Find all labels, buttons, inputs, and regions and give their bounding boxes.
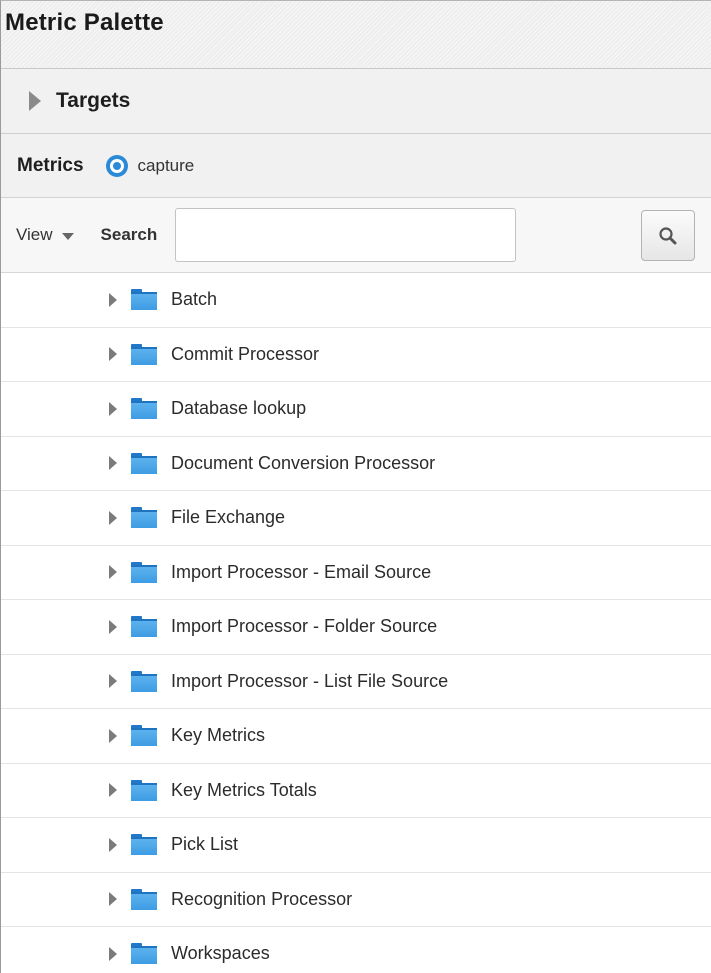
palette-title: Metric Palette — [5, 9, 164, 36]
folder-icon — [131, 834, 157, 856]
tree-item-label: Import Processor - Email Source — [171, 561, 432, 582]
folder-icon — [131, 725, 157, 747]
metrics-label: Metrics — [17, 154, 84, 176]
targets-label: Targets — [56, 89, 131, 112]
metric-palette: Metric Palette Targets Metrics capture V… — [0, 0, 711, 973]
tree-item[interactable]: Key Metrics Totals — [1, 764, 711, 818]
expand-arrow-icon[interactable] — [109, 510, 117, 525]
expand-arrow-icon[interactable] — [109, 837, 117, 852]
folder-icon — [131, 888, 157, 910]
folder-icon — [131, 398, 157, 420]
tree-item-label: Import Processor - Folder Source — [171, 616, 438, 637]
folder-icon — [131, 779, 157, 801]
tree-item[interactable]: Database lookup — [1, 382, 711, 437]
view-label: View — [16, 225, 53, 244]
tree-item-label: File Exchange — [171, 507, 286, 528]
expand-arrow-icon[interactable] — [109, 783, 117, 798]
folder-icon — [131, 561, 157, 583]
search-input[interactable] — [175, 208, 517, 262]
folder-icon — [131, 670, 157, 692]
tree-item-label: Commit Processor — [171, 343, 320, 364]
tree-item-label: Database lookup — [171, 398, 307, 419]
expand-arrow-icon[interactable] — [109, 946, 117, 961]
search-toolbar: View Search — [1, 198, 711, 273]
folder-icon — [131, 343, 157, 365]
expand-arrow-icon[interactable] — [109, 401, 117, 416]
search-button[interactable] — [641, 210, 695, 261]
expand-arrow-icon[interactable] — [109, 565, 117, 580]
disclosure-triangle-icon[interactable] — [29, 91, 41, 111]
tree-item-label: Workspaces — [171, 943, 270, 964]
folder-icon — [131, 289, 157, 311]
palette-title-bar: Metric Palette — [1, 1, 711, 69]
folder-icon — [131, 507, 157, 529]
search-label: Search — [100, 225, 158, 244]
metrics-tree: Batch Commit Processor Database lookup Docu… — [1, 273, 711, 973]
tree-item[interactable]: Recognition Processor — [1, 873, 711, 927]
target-icon — [105, 154, 128, 177]
expand-arrow-icon[interactable] — [109, 456, 117, 471]
tree-item[interactable]: Batch — [1, 273, 711, 328]
tree-item-label: Recognition Processor — [171, 888, 353, 909]
tree-item-label: Batch — [171, 289, 218, 310]
expand-arrow-icon[interactable] — [109, 619, 117, 634]
tree-item[interactable]: Import Processor - Folder Source — [1, 600, 711, 655]
tree-item-label: Document Conversion Processor — [171, 452, 436, 473]
folder-icon — [131, 943, 157, 965]
magnifier-icon — [659, 226, 677, 244]
expand-arrow-icon[interactable] — [109, 728, 117, 743]
tree-item[interactable]: Key Metrics — [1, 709, 711, 764]
expand-arrow-icon[interactable] — [109, 347, 117, 362]
tree-item-label: Import Processor - List File Source — [171, 670, 449, 691]
chevron-down-icon — [61, 233, 74, 240]
tree-item[interactable]: Pick List — [1, 818, 711, 873]
tree-item-label: Key Metrics Totals — [171, 779, 317, 800]
tree-item[interactable]: Import Processor - List File Source — [1, 655, 711, 709]
folder-icon — [131, 616, 157, 638]
metrics-bar: Metrics capture — [1, 134, 711, 198]
capture-label: capture — [137, 155, 195, 175]
tree-item[interactable]: Workspaces — [1, 927, 711, 973]
folder-icon — [131, 452, 157, 474]
tree-item[interactable]: File Exchange — [1, 491, 711, 546]
tree-item[interactable]: Commit Processor — [1, 328, 711, 382]
tree-item-label: Pick List — [171, 834, 239, 855]
expand-arrow-icon[interactable] — [109, 674, 117, 689]
expand-arrow-icon[interactable] — [109, 292, 117, 307]
tree-item-label: Key Metrics — [171, 725, 266, 746]
targets-section-header[interactable]: Targets — [1, 69, 711, 134]
expand-arrow-icon[interactable] — [109, 892, 117, 907]
view-menu-button[interactable]: View — [16, 225, 74, 245]
tree-item[interactable]: Document Conversion Processor — [1, 437, 711, 491]
tree-item[interactable]: Import Processor - Email Source — [1, 546, 711, 600]
